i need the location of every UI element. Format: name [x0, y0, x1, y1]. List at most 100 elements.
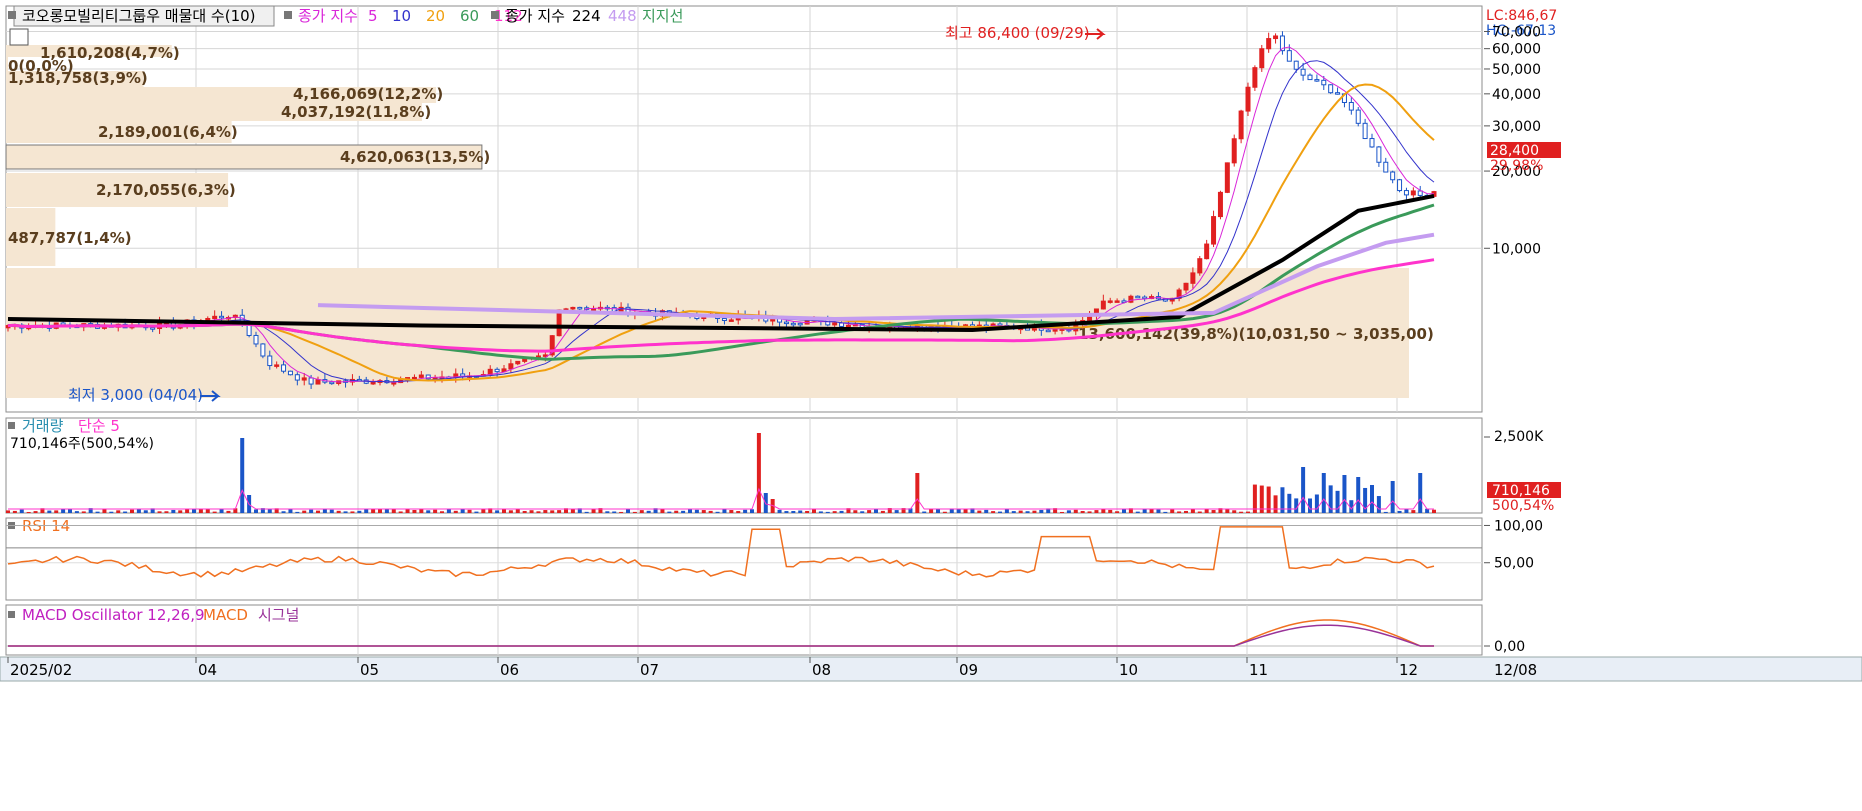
- volume-bar: [784, 511, 789, 513]
- volume-bar: [529, 510, 534, 513]
- volume-bar: [1032, 510, 1037, 513]
- candle-body: [1293, 60, 1299, 70]
- candle-body: [219, 315, 225, 319]
- volume-bar: [1211, 510, 1216, 513]
- volume-bar: [722, 508, 727, 513]
- candle-body: [370, 381, 376, 385]
- candle-body: [577, 306, 583, 310]
- volume-bar: [440, 511, 444, 513]
- legend-box-icon: [8, 11, 16, 19]
- candle-body: [1245, 86, 1251, 112]
- volume-bar: [426, 510, 431, 513]
- candle-body: [1107, 300, 1113, 303]
- volume-bar: [474, 511, 479, 513]
- candle-body: [1335, 92, 1341, 95]
- change-pct-label: 29,98%: [1490, 158, 1543, 174]
- volume-bar: [825, 511, 830, 513]
- volume-bar: [143, 510, 148, 513]
- volume-bar: [123, 511, 128, 513]
- volume-bar: [1376, 496, 1381, 513]
- volume-bar: [715, 511, 720, 513]
- volume-bar: [812, 509, 816, 513]
- legend-box-icon: [8, 611, 15, 618]
- candle-body: [1314, 79, 1320, 82]
- volume-bar: [880, 510, 885, 513]
- volume-profile-label: 4,620,063(13,5%): [340, 148, 490, 166]
- volume-bar: [364, 509, 369, 513]
- volume-bar: [867, 510, 872, 513]
- volume-bar: [1335, 490, 1340, 513]
- candle-body: [294, 374, 300, 381]
- volume-bar: [178, 510, 183, 513]
- volume-bar: [660, 508, 665, 513]
- x-axis-label: 05: [360, 661, 379, 679]
- volume-bar: [1356, 477, 1361, 513]
- volume-bar: [708, 510, 713, 513]
- candle-body: [287, 370, 293, 376]
- volume-bar: [584, 511, 589, 513]
- volume-profile-label: 487,787(1,4%): [8, 229, 132, 247]
- legend-box-icon: [8, 422, 15, 429]
- volume-bar: [915, 473, 920, 513]
- candle-body: [308, 377, 314, 385]
- candle-body: [281, 364, 287, 372]
- volume-bar: [1087, 511, 1092, 513]
- volume-bar: [612, 511, 617, 513]
- volume-bar: [19, 509, 24, 513]
- volume-ma-label: 단순 5: [78, 417, 120, 435]
- volume-last-pct: 500,54%: [1492, 498, 1554, 514]
- volume-bar: [1135, 511, 1140, 513]
- candle-body: [997, 323, 1003, 327]
- candle-body: [839, 322, 845, 327]
- volume-bar: [109, 511, 114, 513]
- volume-bar: [481, 508, 486, 513]
- rsi-panel: [5, 517, 1483, 601]
- volume-bar: [929, 509, 934, 513]
- volume-bar: [12, 510, 17, 513]
- volume-bar: [47, 510, 52, 513]
- legend-box-icon: [284, 11, 292, 19]
- volume-bar: [550, 510, 555, 513]
- volume-bar: [398, 511, 403, 513]
- candle-body: [315, 379, 321, 385]
- candle-body: [797, 322, 803, 326]
- volume-bar: [316, 510, 320, 513]
- volume-bar: [1204, 509, 1209, 513]
- volume-bar: [136, 509, 141, 513]
- ma-legend-period: 10: [392, 7, 411, 25]
- candle-body: [1403, 190, 1409, 196]
- price-axis-tick-label: 50,000: [1492, 62, 1541, 78]
- volume-bar: [1025, 511, 1030, 513]
- candle-body: [150, 327, 156, 330]
- volume-bar: [336, 510, 341, 513]
- candle-body: [1266, 38, 1272, 50]
- volume-bar: [791, 511, 796, 513]
- volume-bar: [1287, 493, 1292, 513]
- price-axis-tick-label: 70,000: [1492, 24, 1541, 40]
- volume-profile-label: 13,600,142(39,8%)(10,031,50 ~ 3,035,00): [1078, 325, 1434, 343]
- volume-bar: [729, 510, 734, 513]
- volume-last-value: 710,146: [1492, 483, 1550, 499]
- candle-body: [790, 322, 796, 326]
- volume-bar: [984, 509, 989, 513]
- x-axis-label: 12: [1399, 661, 1418, 679]
- volume-bar: [894, 510, 899, 513]
- candle-body: [1286, 50, 1292, 62]
- volume-bar: [646, 510, 651, 513]
- candle-body: [1410, 190, 1416, 196]
- chart-title: 코오롱모빌리티그룹우 매물대 수(10): [22, 7, 256, 25]
- volume-profile-label: 4,037,192(11,8%): [281, 103, 431, 121]
- volume-bar: [942, 511, 947, 513]
- ma-legend-label: 종가 지수: [298, 7, 358, 25]
- volume-bar: [832, 511, 837, 513]
- volume-bar: [1163, 511, 1168, 513]
- stock-chart: 1,610,208(4,7%)0(0,0%)1,318,758(3,9%)4,1…: [0, 0, 1862, 811]
- candle-body: [1211, 216, 1217, 245]
- candle-body: [1355, 109, 1361, 124]
- volume-bar: [936, 509, 940, 513]
- volume-bar: [1432, 509, 1436, 513]
- volume-bar: [1383, 511, 1388, 513]
- candle-body: [329, 381, 335, 385]
- volume-bar: [839, 510, 844, 513]
- support-legend-label: 지지선: [642, 7, 683, 25]
